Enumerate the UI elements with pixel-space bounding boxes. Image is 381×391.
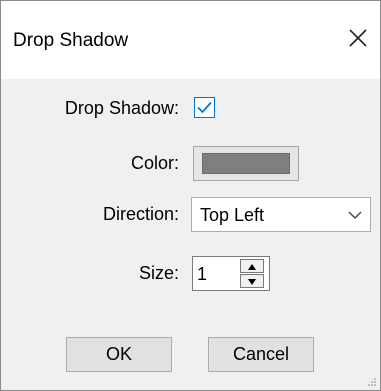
dialog-title: Drop Shadow	[13, 30, 129, 51]
direction-selected-value: Top Left	[200, 205, 265, 225]
color-swatch	[202, 153, 290, 174]
resize-grip-icon[interactable]	[367, 377, 377, 387]
size-input[interactable]: 1	[197, 263, 207, 285]
chevron-down-icon	[348, 211, 362, 219]
drop-shadow-dialog: Drop Shadow Drop Shadow: Color: Directio…	[0, 0, 381, 391]
drop-shadow-checkbox[interactable]	[194, 97, 215, 118]
ok-button[interactable]: OK	[66, 337, 172, 372]
triangle-down-icon	[248, 279, 256, 285]
size-decrement-button[interactable]	[240, 274, 264, 288]
size-stepper-buttons	[240, 259, 264, 288]
close-button[interactable]	[344, 24, 372, 52]
drop-shadow-label: Drop Shadow:	[64, 98, 179, 118]
checkmark-icon	[197, 101, 212, 114]
cancel-button[interactable]: Cancel	[208, 337, 314, 372]
direction-label: Direction:	[102, 204, 179, 224]
size-stepper[interactable]: 1	[192, 256, 270, 291]
size-label: Size:	[138, 263, 179, 283]
size-increment-button[interactable]	[240, 259, 264, 273]
color-label: Color:	[130, 153, 179, 173]
triangle-up-icon	[248, 264, 256, 270]
direction-select[interactable]: Top Left	[191, 197, 371, 232]
title-bar: Drop Shadow	[1, 1, 380, 79]
close-icon	[349, 29, 367, 47]
color-picker-button[interactable]	[193, 146, 299, 181]
